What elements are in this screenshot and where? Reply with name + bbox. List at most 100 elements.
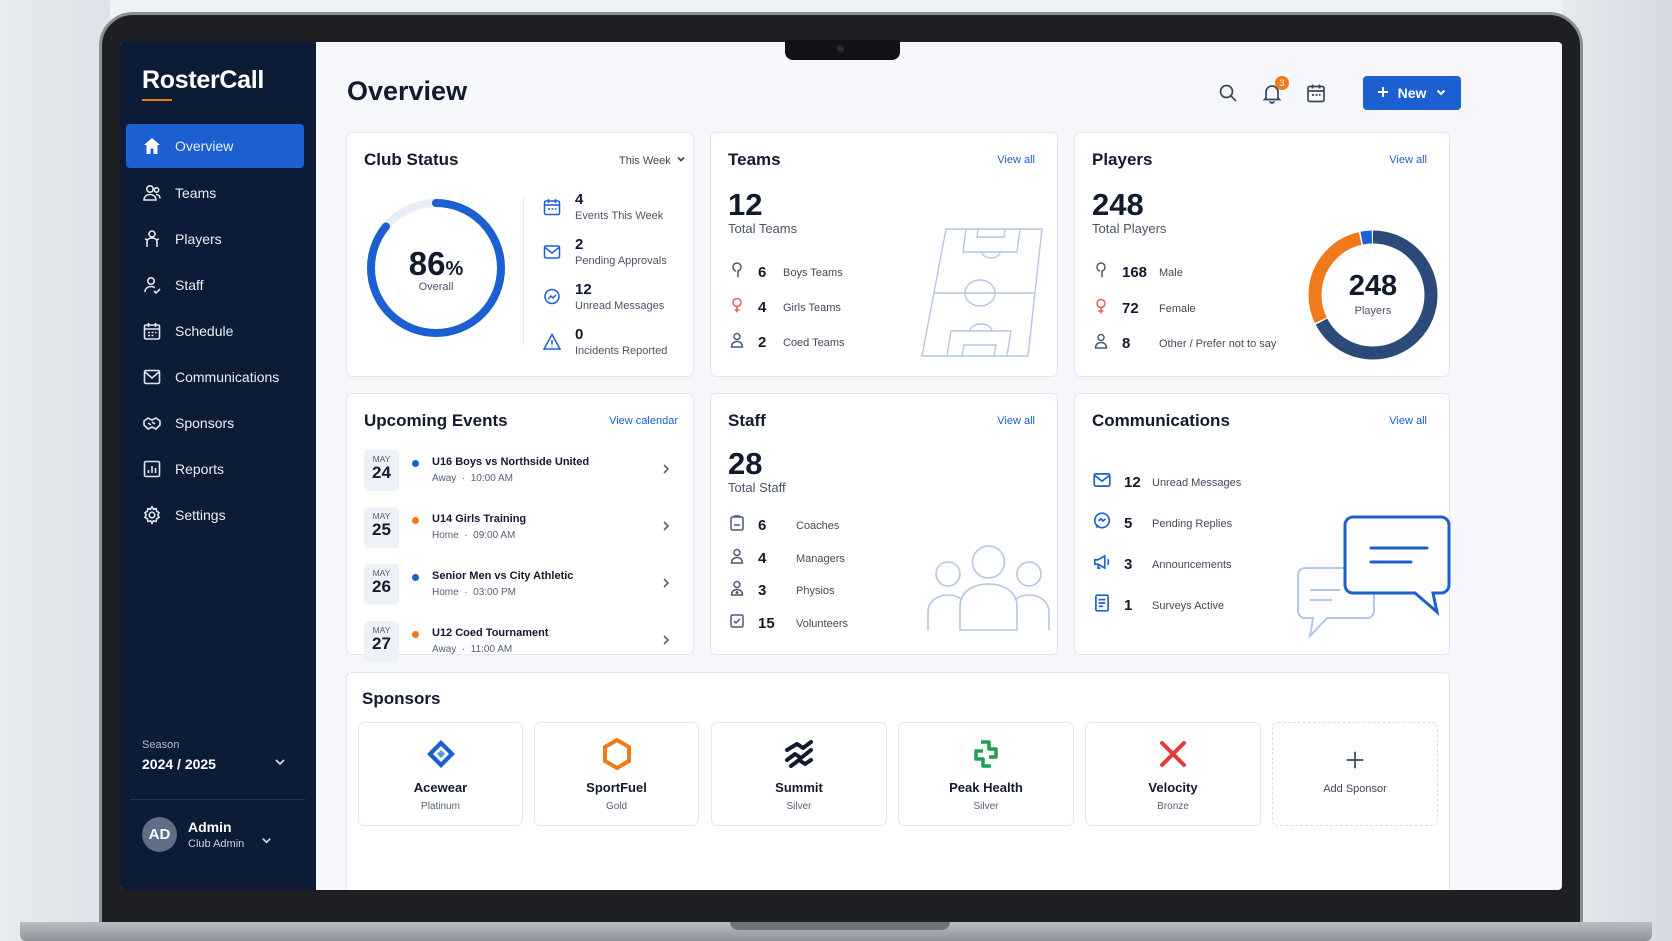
event-month: MAY <box>372 624 391 635</box>
sidebar-item-reports[interactable]: Reports <box>126 447 304 490</box>
sidebar-item-sponsors[interactable]: Sponsors <box>126 401 304 444</box>
sponsor-sportfuel[interactable]: SportFuel Gold <box>534 722 699 826</box>
row-value: 3 <box>1124 556 1133 573</box>
row-unread-messages[interactable]: 12 Unread Messages <box>1092 470 1241 495</box>
event-month: MAY <box>372 567 391 578</box>
sidebar-item-teams[interactable]: Teams <box>126 171 304 214</box>
staff-group-illustration <box>927 545 1050 631</box>
event-time: 03:00 PM <box>473 587 516 598</box>
row-surveys-active[interactable]: 1 Surveys Active <box>1092 593 1224 618</box>
event-venue: Away <box>432 644 457 655</box>
sidebar-item-overview[interactable]: Overview <box>126 124 304 168</box>
row-value: 4 <box>758 299 767 316</box>
sponsor-summit[interactable]: Summit Silver <box>711 722 887 826</box>
sidebar-item-label: Communications <box>175 368 280 385</box>
staff-total: 28 <box>728 446 763 481</box>
sidebar-item-staff[interactable]: Staff <box>126 263 304 306</box>
notification-badge: 3 <box>1275 76 1289 90</box>
stat-label: Incidents Reported <box>575 345 668 357</box>
sponsor-tier: Gold <box>605 801 628 812</box>
players-total: 248 <box>1092 187 1144 222</box>
sidebar-item-label: Players <box>175 230 222 247</box>
event-item[interactable]: MAY 27 U12 Coed Tournament Away · 11:00 AM <box>364 615 682 667</box>
sidebar-item-players[interactable]: Players <box>126 217 304 260</box>
event-item[interactable]: MAY 26 Senior Men vs City Athletic Home · 0… <box>364 558 682 610</box>
avatar: AD <box>142 817 177 852</box>
event-meta: Away · 10:00 AM <box>432 473 589 484</box>
sidebar-item-communications[interactable]: Communications <box>126 355 304 398</box>
add-sponsor-button[interactable]: Add Sponsor <box>1272 722 1438 826</box>
bell-icon[interactable]: 3 <box>1261 76 1289 104</box>
sponsor-name: SportFuel <box>586 780 647 795</box>
physio-icon <box>728 579 746 602</box>
event-time: 09:00 AM <box>473 530 516 541</box>
row-label: Boys Teams <box>783 266 843 279</box>
sponsor-velocity[interactable]: Velocity Bronze <box>1085 722 1261 826</box>
sidebar-item-label: Schedule <box>175 322 234 339</box>
stat-incidents[interactable]: 0 Incidents Reported <box>542 326 667 357</box>
event-type-dot <box>412 573 419 581</box>
gear-icon <box>142 504 162 525</box>
female-icon <box>728 296 746 319</box>
event-venue: Away <box>432 473 457 484</box>
event-item[interactable]: MAY 25 U14 Girls Training Home · 09:00 AM <box>364 501 682 553</box>
new-button[interactable]: New <box>1363 76 1461 110</box>
period-value: This Week <box>619 154 671 167</box>
sidebar-item-label: Reports <box>175 460 225 477</box>
sidebar-item-label: Settings <box>175 506 226 523</box>
warning-icon <box>542 332 562 350</box>
sponsor-peak-health[interactable]: Peak Health Silver <box>898 722 1074 826</box>
stat-approvals[interactable]: 2 Pending Approvals <box>542 236 667 267</box>
season-select[interactable]: 2024 / 2025 <box>142 755 287 772</box>
event-meta: Home · 09:00 AM <box>432 530 526 541</box>
stat-label: Unread Messages <box>575 300 665 312</box>
event-date: MAY 27 <box>364 620 399 662</box>
person-icon <box>728 547 746 570</box>
players-view-all-link[interactable]: View all <box>1389 154 1427 166</box>
card-title: Teams <box>728 150 781 169</box>
mail-check-icon <box>543 245 561 259</box>
staff-view-all-link[interactable]: View all <box>997 415 1035 427</box>
clipboard-icon <box>728 514 746 537</box>
logo-accent <box>142 99 172 101</box>
row-label: Announcements <box>1152 558 1232 571</box>
user-menu[interactable]: AD Admin Club Admin <box>142 817 273 852</box>
row-announcements[interactable]: 3 Announcements <box>1092 552 1232 577</box>
search-icon[interactable] <box>1217 82 1239 104</box>
period-select[interactable]: This Week <box>619 154 686 167</box>
separator-dot: · <box>458 587 474 598</box>
sponsor-acewear[interactable]: Acewear Platinum <box>358 722 523 826</box>
teams-view-all-link[interactable]: View all <box>997 154 1035 166</box>
add-sponsor-label: Add Sponsor <box>1323 783 1387 795</box>
row-label: Other / Prefer not to say <box>1159 337 1277 350</box>
row-label: Girls Teams <box>783 301 841 314</box>
row-value: 168 <box>1122 264 1148 281</box>
laptop-hinge <box>730 922 950 930</box>
app-screen: RosterCall Overview Teams Players Staff … <box>120 42 1562 890</box>
staff-icon <box>142 275 162 295</box>
communications-view-all-link[interactable]: View all <box>1389 415 1427 427</box>
separator-dot: · <box>456 644 471 655</box>
stat-messages[interactable]: 12 Unread Messages <box>542 281 664 312</box>
calendar-icon[interactable] <box>1305 82 1327 104</box>
row-coed-teams: 2 Coed Teams <box>728 331 845 354</box>
sidebar-item-settings[interactable]: Settings <box>126 493 304 536</box>
handshake-icon <box>142 413 162 433</box>
view-calendar-link[interactable]: View calendar <box>609 415 678 427</box>
row-pending-replies[interactable]: 5 Pending Replies <box>1092 511 1232 536</box>
event-time: 11:00 AM <box>470 644 513 655</box>
peak-health-logo-icon <box>974 740 998 768</box>
sidebar-item-schedule[interactable]: Schedule <box>126 309 304 352</box>
players-card: Players View all 248 Total Players 168 M… <box>1074 132 1450 377</box>
row-label: Unread Messages <box>1152 476 1242 489</box>
chat-icon <box>544 288 560 305</box>
chevron-right-icon <box>660 462 672 480</box>
row-male-players: 168 Male <box>1092 261 1183 284</box>
row-physios: 3 Physios <box>728 579 835 602</box>
row-value: 4 <box>758 550 767 567</box>
event-type-dot <box>412 459 419 467</box>
teams-icon <box>142 183 162 203</box>
chevron-down-icon <box>1435 85 1447 101</box>
event-item[interactable]: MAY 24 U16 Boys vs Northside United Away · … <box>364 444 682 496</box>
stat-events[interactable]: 4 Events This Week <box>542 191 663 222</box>
